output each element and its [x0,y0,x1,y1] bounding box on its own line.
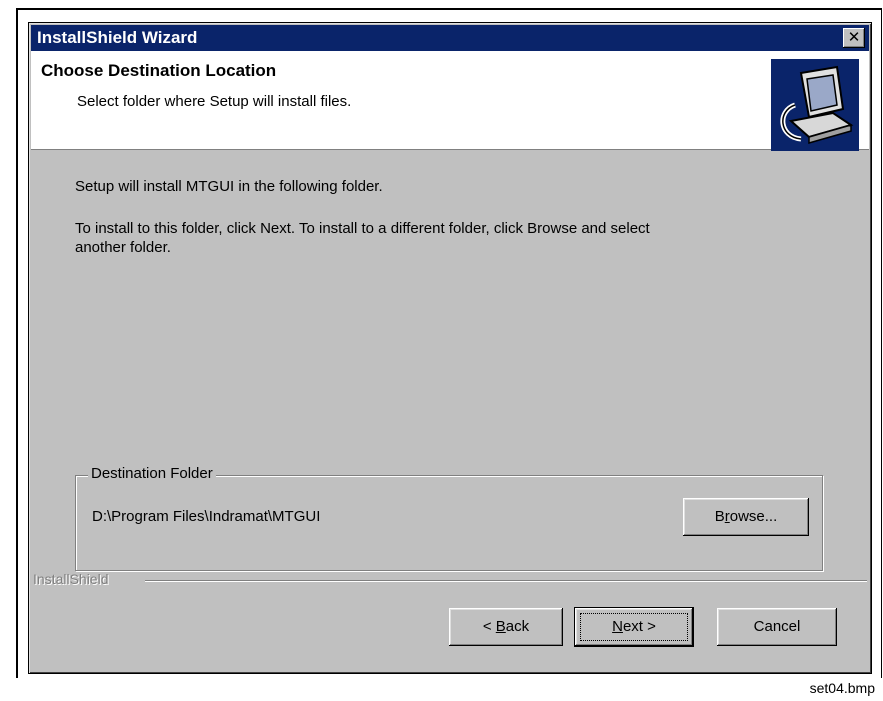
cancel-button[interactable]: Cancel [717,608,837,646]
page-subtitle: Select folder where Setup will install f… [77,93,352,110]
setup-computer-graphic [771,59,859,151]
figure-caption: set04.bmp [809,680,875,696]
instruction-text-line1: To install to this folder, click Next. T… [75,220,650,237]
focus-indicator [580,613,688,641]
browse-label-b: owse... [729,508,778,525]
installshield-dialog: InstallShield Wizard ✕ Choose Destinatio… [28,22,872,674]
back-label-accel: B [495,618,506,635]
destination-path: D:\Program Files\Indramat\MTGUI [92,508,321,525]
back-button[interactable]: < Back [449,608,563,646]
close-button[interactable]: ✕ [843,28,865,48]
browse-label-a: B [714,508,725,525]
footer-divider [145,580,867,582]
back-label-a: < [482,618,496,635]
instruction-text-line2: another folder. [75,239,171,256]
setup-computer-icon [771,59,859,151]
cancel-label: Cancel [753,618,801,635]
browse-button[interactable]: Browse... [683,498,809,536]
install-info-text: Setup will install MTGUI in the followin… [75,178,383,195]
back-label-b: ack [505,618,530,635]
title-bar: InstallShield Wizard ✕ [31,25,869,51]
wizard-header: Choose Destination Location Select folde… [31,51,869,151]
next-button[interactable]: Next > [574,607,694,647]
page-title: Choose Destination Location [41,61,277,80]
close-icon: ✕ [847,29,861,46]
installshield-brand: InstallShield [33,571,109,587]
destination-folder-legend: Destination Folder [88,465,216,482]
destination-folder-group: Destination Folder D:\Program Files\Indr… [75,465,823,571]
window-title: InstallShield Wizard [37,28,198,47]
